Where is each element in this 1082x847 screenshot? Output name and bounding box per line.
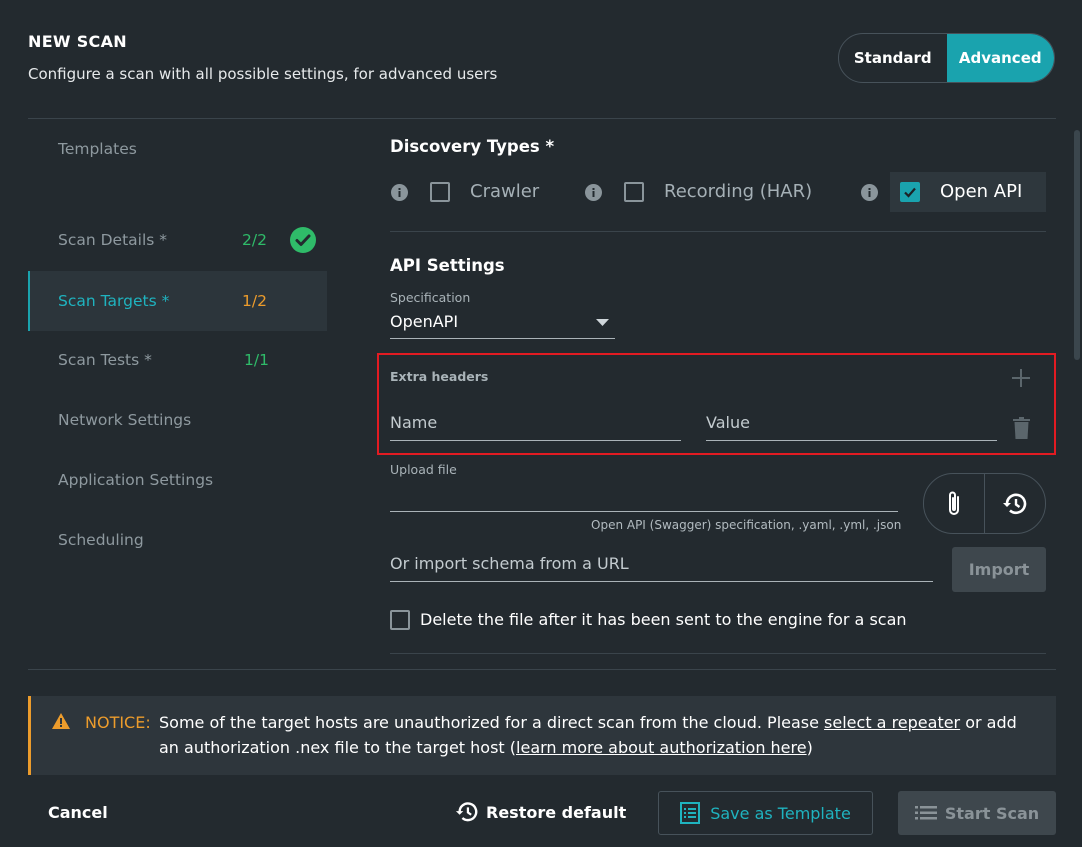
specification-label: Specification (390, 290, 471, 305)
history-icon (455, 802, 478, 822)
sidebar-item-label: Templates (58, 140, 137, 158)
discovery-types-title: Discovery Types * (390, 137, 555, 156)
sidebar-item-label: Scan Tests * (58, 351, 152, 369)
open-api-checkbox[interactable] (900, 182, 920, 202)
crawler-label: Crawler (470, 181, 540, 202)
restore-default-button[interactable]: Restore default (454, 800, 626, 824)
header-value-input[interactable]: Value (706, 410, 997, 441)
header-name-placeholder: Name (390, 413, 438, 432)
header-name-input[interactable]: Name (390, 410, 681, 441)
learn-more-authorization-link[interactable]: learn more about authorization here (516, 738, 807, 757)
start-scan-button[interactable]: Start Scan (898, 791, 1056, 835)
section-divider (390, 653, 1046, 654)
sidebar-item-network-settings[interactable]: Network Settings (28, 390, 327, 450)
step-count: 1/1 (244, 351, 269, 369)
step-count: 2/2 (242, 231, 267, 249)
open-api-label: Open API (940, 181, 1023, 202)
sidebar-item-application-settings[interactable]: Application Settings (28, 450, 327, 510)
info-icon[interactable] (861, 184, 878, 201)
info-icon[interactable] (391, 184, 408, 201)
restore-default-label: Restore default (486, 802, 627, 822)
warning-icon (52, 713, 70, 729)
schema-url-input[interactable]: Or import schema from a URL (390, 552, 933, 582)
save-as-template-button[interactable]: Save as Template (658, 791, 873, 835)
specification-value: OpenAPI (390, 312, 459, 331)
sidebar-item-scan-targets[interactable]: Scan Targets * 1/2 (28, 271, 327, 331)
start-scan-label: Start Scan (944, 803, 1040, 823)
trash-icon[interactable] (1013, 417, 1030, 439)
select-repeater-link[interactable]: select a repeater (824, 713, 960, 732)
mode-toggle: Standard Advanced (838, 33, 1055, 83)
recording-har-label: Recording (HAR) (664, 181, 813, 202)
check-circle-icon (289, 227, 316, 253)
notice-text: Some of the target hosts are unauthorize… (159, 710, 1039, 760)
sidebar-item-templates[interactable]: Templates (28, 119, 327, 179)
scrollbar[interactable] (1074, 130, 1080, 360)
upload-file-hint: Open API (Swagger) specification, .yaml,… (591, 518, 902, 532)
delete-file-checkbox[interactable] (390, 610, 410, 630)
upload-buttons (923, 473, 1046, 534)
import-button[interactable]: Import (952, 547, 1046, 592)
sidebar-item-label: Scan Details * (58, 231, 168, 249)
schema-url-placeholder: Or import schema from a URL (390, 554, 629, 573)
save-as-template-label: Save as Template (710, 803, 851, 823)
notice-text-part: ) (806, 738, 813, 757)
cancel-button[interactable]: Cancel (48, 803, 108, 822)
dialog-title: NEW SCAN (28, 32, 127, 51)
notice-text-part: Some of the target hosts are unauthorize… (159, 713, 825, 732)
step-count: 1/2 (242, 292, 267, 310)
chevron-down-icon (596, 319, 609, 326)
mode-standard-button[interactable]: Standard (839, 34, 947, 82)
specification-select[interactable]: OpenAPI (390, 310, 615, 339)
content-divider (28, 669, 1056, 670)
notice-prefix: NOTICE: (85, 713, 151, 732)
recording-har-checkbox[interactable] (624, 182, 644, 202)
api-settings-title: API Settings (390, 256, 505, 275)
sidebar-item-scheduling[interactable]: Scheduling (28, 510, 327, 570)
checkmark-icon (904, 187, 916, 198)
sidebar-item-label: Scheduling (58, 531, 144, 549)
attach-file-button[interactable] (924, 474, 985, 533)
sidebar-item-label: Application Settings (58, 471, 214, 489)
mode-advanced-button[interactable]: Advanced (946, 34, 1054, 82)
crawler-checkbox[interactable] (430, 182, 450, 202)
list-icon (914, 806, 937, 820)
history-button[interactable] (985, 474, 1045, 533)
sidebar-item-label: Scan Targets * (58, 292, 170, 310)
template-list-icon (680, 802, 701, 824)
sidebar-item-scan-details[interactable]: Scan Details * 2/2 (28, 210, 327, 270)
dialog-subtitle: Configure a scan with all possible setti… (28, 65, 498, 83)
sidebar-item-label: Network Settings (58, 411, 192, 429)
section-divider (390, 231, 1046, 232)
history-icon (1003, 493, 1027, 514)
paperclip-icon (949, 491, 959, 515)
plus-icon[interactable] (1012, 369, 1030, 387)
upload-file-input[interactable] (390, 480, 898, 512)
sidebar-item-scan-tests[interactable]: Scan Tests * 1/1 (28, 330, 327, 390)
extra-headers-label: Extra headers (390, 369, 489, 384)
upload-file-label: Upload file (390, 462, 457, 477)
info-icon[interactable] (585, 184, 602, 201)
delete-file-label: Delete the file after it has been sent t… (420, 610, 907, 629)
header-value-placeholder: Value (706, 413, 750, 432)
